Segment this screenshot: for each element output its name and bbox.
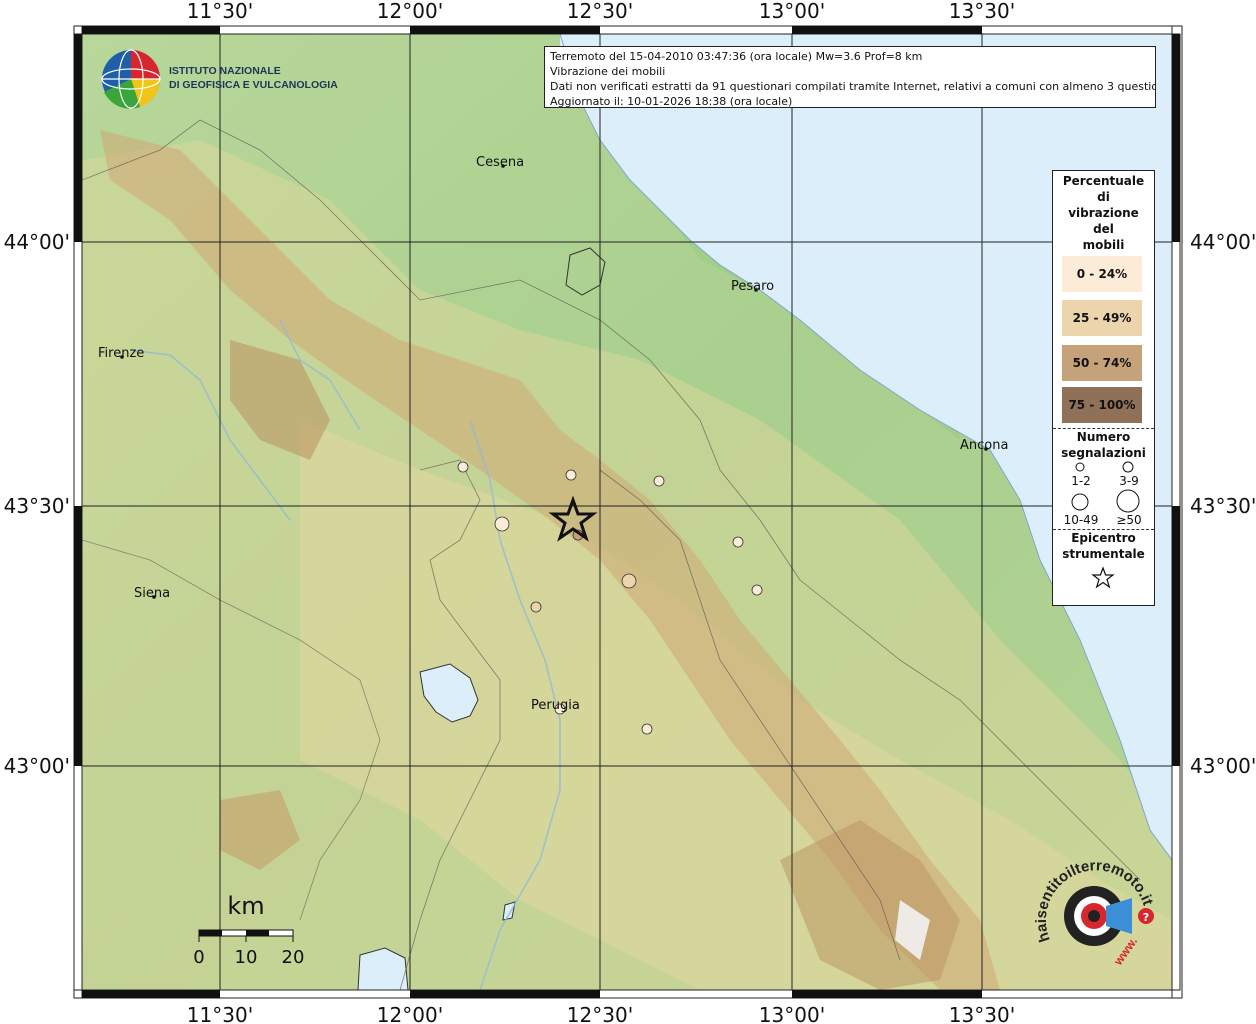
- legend-class-50-74: 50 - 74%: [1062, 345, 1142, 381]
- lat-label-left: 43°30': [4, 494, 70, 518]
- lat-label-right: 44°00': [1190, 230, 1256, 254]
- ingv-name-line2: DI GEOFISICA E VULCANOLOGIA: [169, 79, 338, 91]
- lon-label-bottom: 11°30': [187, 1003, 253, 1024]
- lon-label-top: 13°00': [759, 0, 825, 23]
- lat-label-left: 44°00': [4, 230, 70, 254]
- lon-label-top: 12°30': [567, 0, 633, 23]
- scale-tick-10: 10: [235, 947, 258, 968]
- count-symbol-3-9: [1122, 461, 1134, 473]
- legend-count-label-1-2: 1-2: [1071, 474, 1091, 488]
- city-label-firenze: Firenze: [98, 346, 144, 361]
- count-symbol-10-49: [1071, 493, 1089, 511]
- observation-marker[interactable]: [621, 573, 637, 589]
- lat-label-right: 43°00': [1190, 754, 1256, 778]
- lon-label-top: 13°30': [949, 0, 1015, 23]
- observation-marker[interactable]: [732, 536, 744, 548]
- observation-marker[interactable]: [641, 723, 653, 735]
- lat-label-right: 43°30': [1190, 494, 1256, 518]
- legend-percent-title: Percentuale di vibrazione del mobili: [1062, 174, 1145, 252]
- count-symbol-50: [1116, 489, 1140, 513]
- legend-epicenter-star-icon: [1091, 566, 1115, 589]
- lon-label-bottom: 13°00': [759, 1003, 825, 1024]
- earthquake-info-box: Terremoto del 15-04-2010 03:47:36 (ora l…: [544, 46, 1156, 108]
- ingv-name-line1: ISTITUTO NAZIONALE: [169, 65, 281, 77]
- lat-label-left: 43°00': [4, 754, 70, 778]
- scale-bar-unit: km: [227, 892, 264, 920]
- city-label-cesena: Cesena: [476, 155, 524, 170]
- city-label-siena: Siena: [134, 586, 170, 601]
- observation-marker[interactable]: [565, 469, 577, 481]
- observation-marker[interactable]: [530, 601, 542, 613]
- observation-marker[interactable]: [457, 461, 469, 473]
- observation-marker[interactable]: [751, 584, 763, 596]
- observation-marker[interactable]: [653, 475, 665, 487]
- info-line-event: Terremoto del 15-04-2010 03:47:36 (ora l…: [550, 50, 923, 63]
- observation-marker[interactable]: [494, 516, 510, 532]
- legend-count-label-10-49: 10-49: [1063, 513, 1099, 527]
- lon-label-bottom: 12°00': [377, 1003, 443, 1024]
- city-label-ancona: Ancona: [960, 438, 1008, 453]
- legend-count-label-3-9: 3-9: [1119, 474, 1139, 488]
- legend-class-0-24: 0 - 24%: [1062, 256, 1142, 292]
- info-line-source: Dati non verificati estratti da 91 quest…: [550, 80, 1156, 93]
- map-legend: Percentuale di vibrazione del mobili 0 -…: [1052, 170, 1155, 606]
- legend-epicenter-title: Epicentro strumentale: [1062, 531, 1145, 561]
- svg-text:?: ?: [1143, 911, 1149, 924]
- city-label-pesaro: Pesaro: [731, 279, 774, 294]
- legend-count-title: Numero segnalazioni: [1061, 430, 1146, 460]
- info-line-updated: Aggiornato il: 10-01-2026 18:38 (ora loc…: [550, 95, 793, 108]
- scale-tick-0: 0: [193, 947, 204, 968]
- legend-class-25-49: 25 - 49%: [1062, 300, 1142, 336]
- legend-count-label-50: ≥50: [1116, 513, 1142, 527]
- city-label-perugia: Perugia: [531, 698, 580, 713]
- info-line-effect: Vibrazione dei mobili: [550, 65, 666, 78]
- map-area: [82, 34, 1172, 990]
- lon-label-bottom: 12°30': [567, 1003, 633, 1024]
- legend-class-75-100: 75 - 100%: [1062, 387, 1142, 423]
- count-symbol-1-2: [1075, 462, 1085, 472]
- lon-label-top: 12°00': [377, 0, 443, 23]
- scale-tick-20: 20: [282, 947, 305, 968]
- lon-label-top: 11°30': [187, 0, 253, 23]
- lon-label-bottom: 13°30': [949, 1003, 1015, 1024]
